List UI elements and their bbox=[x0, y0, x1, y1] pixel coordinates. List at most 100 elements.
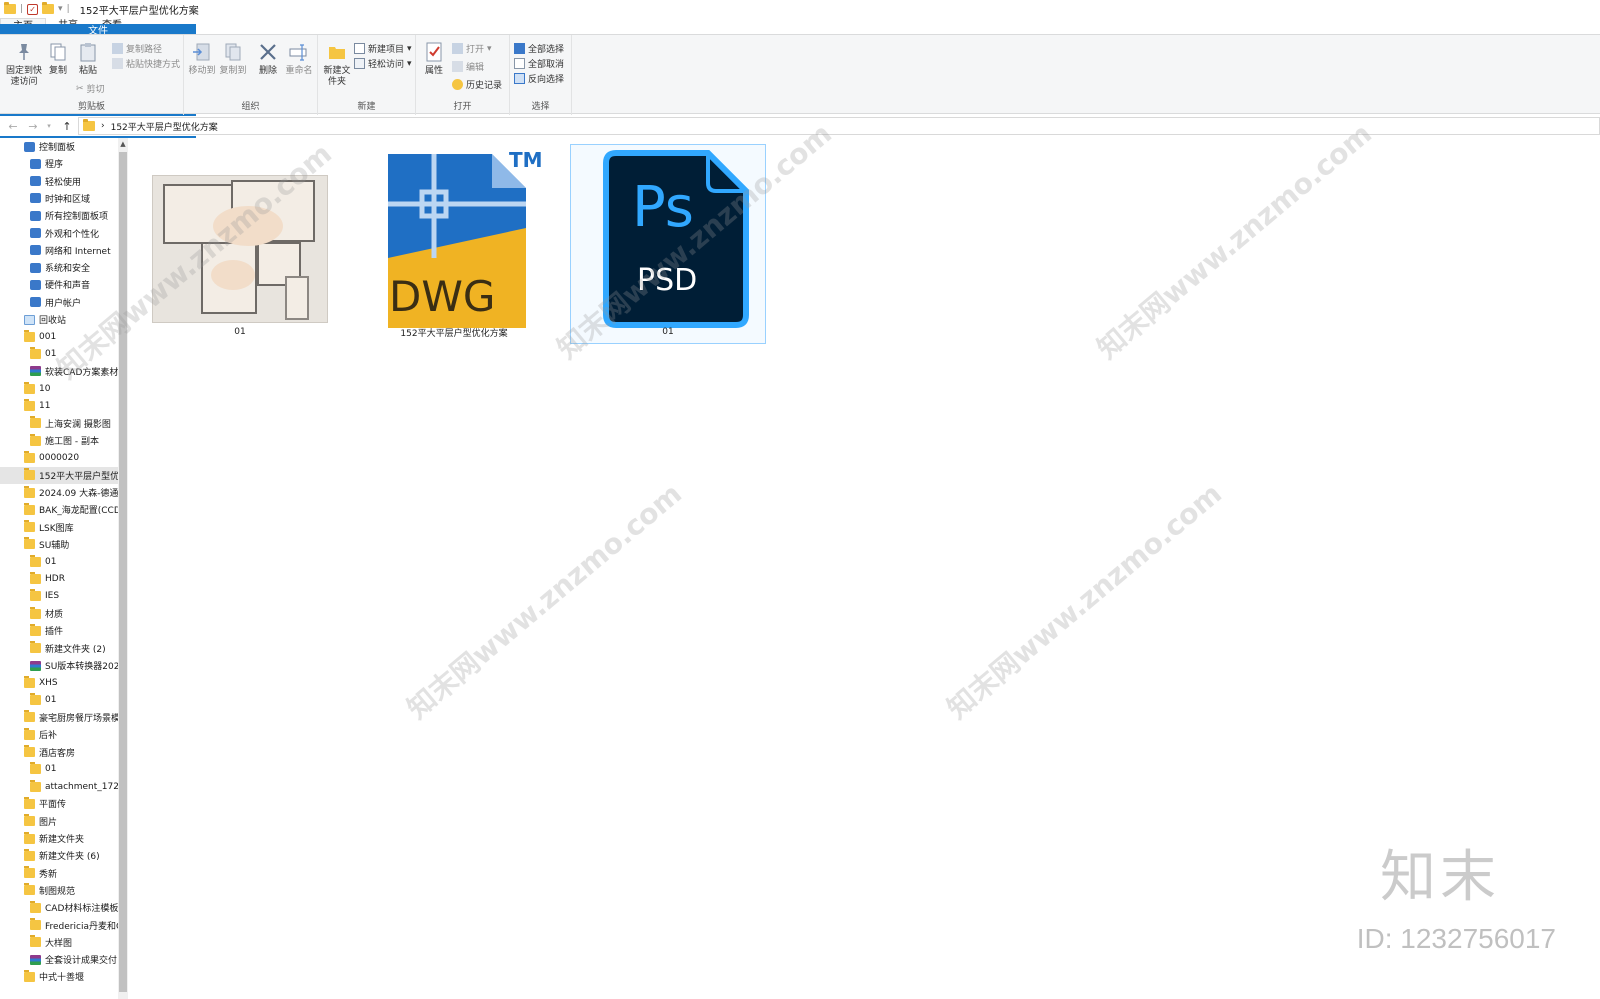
file-item-image[interactable]: 01 bbox=[142, 144, 338, 344]
recent-locations-chevron-icon[interactable]: ▾ bbox=[42, 122, 56, 130]
sidebar-item[interactable]: 轻松使用 bbox=[0, 173, 118, 190]
sidebar-item[interactable]: XHS bbox=[0, 674, 118, 691]
sidebar-item[interactable]: 后补 bbox=[0, 726, 118, 743]
sidebar-item[interactable]: 新建文件夹 (6) bbox=[0, 847, 118, 864]
back-arrow-icon[interactable]: ← bbox=[6, 120, 20, 133]
ps-icon-text: Ps bbox=[632, 175, 694, 240]
paste-button[interactable]: 粘贴 bbox=[76, 41, 100, 77]
sidebar-item[interactable]: Fredericia丹麦和C bbox=[0, 917, 118, 934]
new-folder-button[interactable]: 新建文件夹 bbox=[322, 41, 352, 88]
sidebar-item[interactable]: 制图规范 bbox=[0, 882, 118, 899]
forward-arrow-icon[interactable]: → bbox=[26, 120, 40, 133]
sidebar-item[interactable]: 插件 bbox=[0, 622, 118, 639]
sidebar-item[interactable]: 152平大平层户型优化 bbox=[0, 466, 118, 484]
sidebar-item[interactable]: 01 bbox=[0, 761, 118, 778]
breadcrumb-current-folder[interactable]: 152平大平层户型优化方案 bbox=[111, 120, 218, 133]
sidebar-item[interactable]: 施工图 - 副本 bbox=[0, 432, 118, 449]
sidebar-item[interactable]: 0000020 bbox=[0, 449, 118, 466]
properties-quick-icon[interactable]: ✓ bbox=[27, 3, 39, 15]
sidebar-item-label: 系统和安全 bbox=[45, 264, 91, 275]
sidebar-item[interactable]: LSK图库 bbox=[0, 519, 118, 536]
sidebar-item[interactable]: 外观和个性化 bbox=[0, 225, 118, 242]
sidebar-item[interactable]: 豪宅厨房餐厅场景模 bbox=[0, 709, 118, 726]
sidebar-item[interactable]: 中式十善堰 bbox=[0, 968, 118, 985]
select-all-button[interactable]: 全部选择 bbox=[514, 42, 564, 55]
sidebar-item[interactable]: 大样图 bbox=[0, 934, 118, 951]
paste-shortcut-button[interactable]: 粘贴快捷方式 bbox=[112, 57, 180, 70]
quick-access-dropdown-icon[interactable]: ▾ bbox=[58, 4, 63, 14]
edit-button[interactable]: 编辑 bbox=[452, 60, 484, 73]
sidebar-item[interactable]: 01 bbox=[0, 346, 118, 363]
sidebar-item[interactable]: 用户帐户 bbox=[0, 294, 118, 311]
folder-icon bbox=[24, 485, 35, 498]
sidebar-item[interactable]: 程序 bbox=[0, 155, 118, 172]
invert-selection-label: 反向选择 bbox=[528, 75, 565, 85]
move-to-button[interactable]: 移动到 bbox=[188, 41, 216, 77]
select-none-button[interactable]: 全部取消 bbox=[514, 57, 564, 70]
up-arrow-icon[interactable]: ↑ bbox=[60, 120, 74, 133]
psd-icon-text: PSD bbox=[637, 263, 698, 298]
sidebar-item[interactable]: 时钟和区域 bbox=[0, 190, 118, 207]
sidebar-item-label: 所有控制面板项 bbox=[45, 212, 109, 223]
sidebar-item[interactable]: BAK_海龙配置(CCD) bbox=[0, 501, 118, 518]
sidebar-item[interactable]: 001 bbox=[0, 328, 118, 345]
sidebar-item[interactable]: 软装CAD方案素材 bbox=[0, 363, 118, 380]
sidebar-item[interactable]: HDR bbox=[0, 571, 118, 588]
history-button[interactable]: 历史记录 bbox=[452, 78, 502, 91]
properties-button[interactable]: 属性 bbox=[422, 41, 446, 77]
copy-to-icon bbox=[225, 43, 241, 61]
sidebar-item[interactable]: 01 bbox=[0, 692, 118, 709]
sidebar-item[interactable]: 上海安澜 摄影图 bbox=[0, 415, 118, 432]
network-icon bbox=[30, 245, 41, 256]
sidebar-item[interactable]: 材质 bbox=[0, 605, 118, 622]
sidebar-item[interactable]: 2024.09 大森-德通 bbox=[0, 484, 118, 501]
control-panel-icon bbox=[30, 210, 41, 221]
sidebar-item[interactable]: 全套设计成果交付 bbox=[0, 951, 118, 968]
new-item-button[interactable]: 新建项目 ▾ bbox=[354, 42, 412, 55]
sidebar-item-label: 施工图 - 副本 bbox=[45, 437, 99, 448]
rename-button[interactable]: 重命名 bbox=[283, 41, 315, 77]
sidebar-item[interactable]: 01 bbox=[0, 553, 118, 570]
sidebar-item[interactable]: IES bbox=[0, 588, 118, 605]
sidebar-item[interactable]: 回收站 bbox=[0, 311, 118, 328]
sidebar-item[interactable]: attachment_17210 bbox=[0, 778, 118, 795]
open-button[interactable]: 打开 ▾ bbox=[452, 42, 492, 55]
file-item-psd[interactable]: Ps PSD 01 bbox=[570, 144, 766, 344]
sidebar-item[interactable]: SU版本转换器2025 bbox=[0, 657, 118, 674]
sidebar-item[interactable]: 图片 bbox=[0, 813, 118, 830]
pin-quick-access-button[interactable]: 固定到快速访问 bbox=[4, 41, 44, 88]
sidebar-item[interactable]: 所有控制面板项 bbox=[0, 207, 118, 224]
folder-icon bbox=[30, 918, 41, 930]
sidebar-item[interactable]: SU辅助 bbox=[0, 536, 118, 553]
scroll-up-arrow-icon[interactable]: ▲ bbox=[119, 140, 127, 148]
sidebar-scroll-thumb[interactable] bbox=[119, 152, 127, 992]
folder-icon bbox=[30, 779, 41, 792]
copy-path-button[interactable]: 复制路径 bbox=[112, 42, 162, 55]
clipboard-group: 固定到快速访问 复制 粘贴 复制路径 粘贴快捷方式 ✂ 剪切 剪贴板 bbox=[0, 35, 184, 115]
copy-to-button[interactable]: 复制到 bbox=[219, 41, 247, 77]
easy-access-button[interactable]: 轻松访问 ▾ bbox=[354, 57, 412, 70]
sidebar-item-label: 用户帐户 bbox=[45, 298, 82, 309]
sidebar-item[interactable]: 平面传 bbox=[0, 795, 118, 812]
sidebar-item[interactable]: 网络和 Internet bbox=[0, 242, 118, 259]
sidebar-item[interactable]: 系统和安全 bbox=[0, 259, 118, 276]
sidebar-item[interactable]: 10 bbox=[0, 380, 118, 397]
open-group: 属性 打开 ▾ 编辑 历史记录 打开 bbox=[416, 35, 510, 115]
sidebar-item[interactable]: 控制面板 bbox=[0, 138, 118, 155]
delete-button[interactable]: 删除 bbox=[254, 41, 282, 77]
sidebar-item[interactable]: 秀新 bbox=[0, 865, 118, 882]
address-bar[interactable]: › 152平大平层户型优化方案 bbox=[78, 117, 1600, 135]
breadcrumb-chevron-icon[interactable]: › bbox=[101, 121, 105, 131]
new-folder-quick-icon[interactable] bbox=[42, 2, 55, 14]
sidebar-item[interactable]: 硬件和声音 bbox=[0, 276, 118, 293]
sidebar-item[interactable]: 11 bbox=[0, 398, 118, 415]
cut-button[interactable]: ✂ 剪切 bbox=[76, 82, 105, 96]
copy-button[interactable]: 复制 bbox=[46, 41, 70, 77]
sidebar-item[interactable]: CAD材料标注模板 bbox=[0, 899, 118, 916]
rename-label: 重命名 bbox=[285, 66, 313, 76]
file-item-dwg[interactable]: DWG TM 152平大平层户型优化方案 bbox=[356, 144, 552, 344]
sidebar-item[interactable]: 新建文件夹 bbox=[0, 830, 118, 847]
invert-selection-button[interactable]: 反向选择 bbox=[514, 72, 564, 85]
sidebar-item[interactable]: 新建文件夹 (2) bbox=[0, 640, 118, 657]
sidebar-item[interactable]: 酒店客房 bbox=[0, 744, 118, 761]
